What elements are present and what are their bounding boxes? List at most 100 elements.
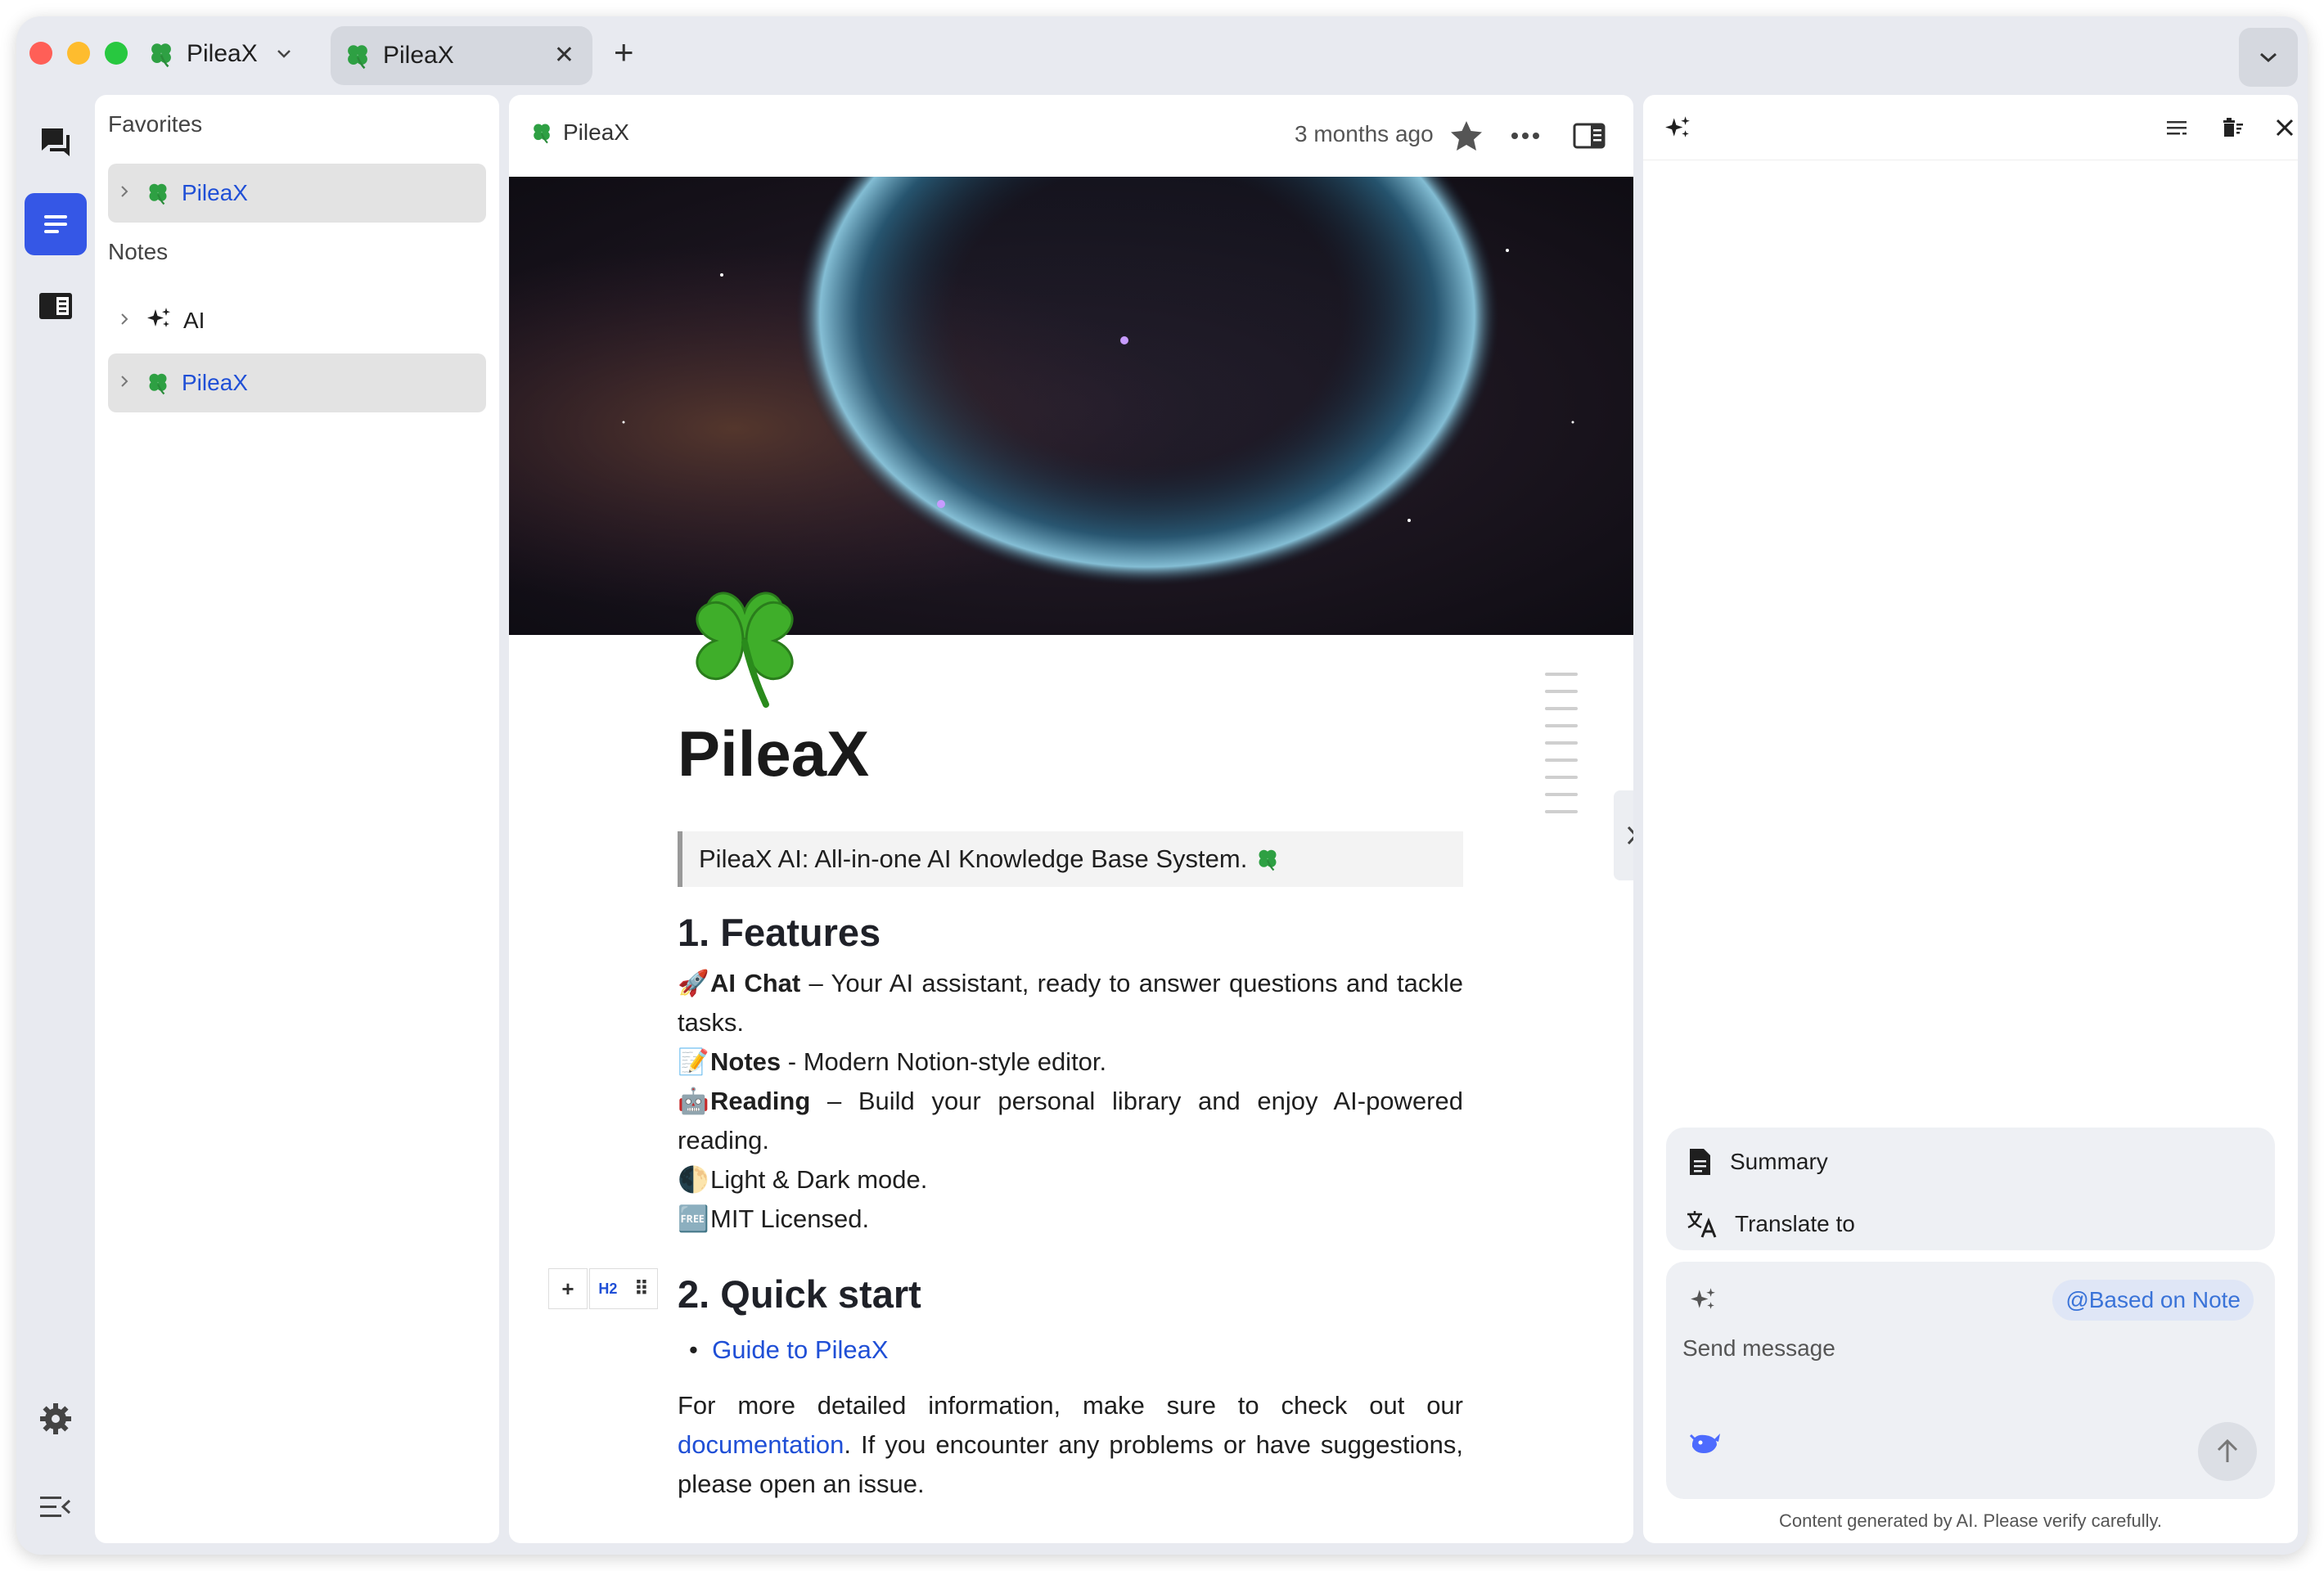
rocket-icon: 🚀 [678,969,709,997]
translate-action[interactable]: Translate to [1686,1201,1855,1247]
clover-icon [146,181,170,205]
feature-line[interactable]: 📝Notes - Modern Notion-style editor. [678,1042,1463,1082]
clover-icon [147,40,175,68]
gear-icon [40,1403,71,1434]
note-content[interactable]: PileaX PileaX AI: All-in-one AI Knowledg… [548,717,1463,1504]
robot-icon: 🤖 [678,1087,709,1115]
note-item-label: AI [183,308,205,333]
feature-desc: - Modern Notion-style editor. [781,1047,1107,1076]
memo-icon: 📝 [678,1047,709,1076]
summary-action[interactable]: Summary [1686,1139,1828,1185]
half-moon-icon: 🌓 [678,1165,709,1194]
block-type-label: H2 [598,1280,618,1297]
page-title[interactable]: PileaX [678,717,1463,807]
more-info-paragraph[interactable]: For more detailed information, make sure… [678,1386,1463,1504]
message-input[interactable]: Send message [1682,1335,1835,1362]
favorite-item-pileax[interactable]: PileaX [108,164,486,223]
notes-nav-button[interactable] [25,193,87,255]
add-block-button[interactable]: + [548,1268,588,1309]
arrow-up-icon [2217,1438,2238,1462]
list-item[interactable]: • Guide to PileaX [678,1330,1463,1370]
list-icon [2167,121,2187,135]
maximize-window-button[interactable] [105,42,128,65]
blockquote[interactable]: PileaX AI: All-in-one AI Knowledge Base … [678,831,1463,887]
app-name: PileaX [187,40,258,67]
quote-text: PileaX AI: All-in-one AI Knowledge Base … [699,844,1248,873]
settings-button[interactable] [25,1388,87,1450]
chat-icon [42,128,70,156]
book-icon [39,293,72,319]
feature-line[interactable]: 🤖Reading – Build your personal library a… [678,1082,1463,1160]
window-menu-button[interactable] [2239,28,2298,87]
expand-toc-button[interactable] [1614,790,1633,880]
heading-features[interactable]: 1. Features [678,910,1463,964]
clear-chat-button[interactable] [2216,111,2249,144]
quick-actions: Summary Translate to [1666,1128,2275,1250]
notes-icon [44,215,67,233]
sparkles-icon [146,306,172,336]
free-badge-icon: 🆓 [678,1204,709,1233]
chevron-right-icon[interactable] [119,310,134,331]
breadcrumb[interactable]: PileaX [530,119,629,146]
feature-line[interactable]: 🚀AI Chat – Your AI assistant, ready to a… [678,964,1463,1042]
last-updated: 3 months ago [1295,121,1434,146]
send-button[interactable] [2198,1422,2257,1481]
clover-icon [530,121,553,144]
tab-close-button[interactable]: ✕ [554,41,574,70]
feature-desc: MIT Licensed. [710,1204,870,1233]
chevron-right-icon [1627,826,1633,845]
close-icon [2276,119,2294,137]
clover-icon [146,371,170,395]
tab-pileax[interactable]: PileaX ✕ [331,26,592,85]
page-clover-icon[interactable] [681,574,808,713]
breadcrumb-label: PileaX [563,119,629,145]
block-handle: + H2 ⠿ [548,1268,658,1309]
editor-header: PileaX 3 months ago [509,95,1633,177]
heading-quick-start[interactable]: + H2 ⠿ 2. Quick start [548,1268,1463,1326]
nebula-cover-image [509,177,1633,635]
chevron-down-icon [276,43,292,65]
documentation-link[interactable]: documentation [678,1430,844,1459]
feature-line[interactable]: 🌓Light & Dark mode. [678,1160,1463,1200]
clover-icon [344,42,372,70]
summary-label: Summary [1730,1149,1828,1174]
app-switcher[interactable]: PileaX [147,36,292,72]
notes-heading: Notes [108,239,169,264]
history-list-button[interactable] [2160,111,2193,144]
note-item-ai[interactable]: AI [108,291,486,350]
model-selector-button[interactable] [1689,1429,1722,1462]
document-icon [1690,1149,1710,1175]
favorite-item-label: PileaX [182,180,248,205]
translate-icon [1687,1211,1717,1238]
ai-assistant-panel: Summary Translate to @Based on Note Send… [1643,95,2298,1543]
drag-handle-icon[interactable]: ⠿ [634,1277,649,1301]
reading-nav-button[interactable] [25,275,87,337]
chat-nav-button[interactable] [25,111,87,173]
based-on-note-chip[interactable]: @Based on Note [2052,1280,2254,1321]
cover-image[interactable] [509,177,1633,635]
close-ai-panel-button[interactable] [2268,111,2301,144]
feature-line[interactable]: 🆓MIT Licensed. [678,1200,1463,1239]
feature-name: Notes [710,1047,781,1076]
note-editor: PileaX 3 months ago PileaX PileaX AI: Al… [509,95,1633,1543]
collapse-sidebar-button[interactable] [25,1476,87,1538]
more-options-button[interactable] [1504,115,1547,157]
ai-panel-header [1643,95,2298,160]
side-panel-icon [1573,123,1606,149]
minimize-window-button[interactable] [67,42,90,65]
table-of-contents-minimap[interactable] [1545,673,1578,827]
toggle-ai-panel-button[interactable] [1568,115,1610,157]
chevron-right-icon[interactable] [119,372,134,394]
chevron-right-icon[interactable] [119,182,134,204]
new-tab-button[interactable]: + [614,34,634,70]
close-window-button[interactable] [29,42,52,65]
note-item-pileax[interactable]: PileaX [108,353,486,412]
feature-name: AI Chat [710,969,801,997]
clover-icon [1255,847,1280,871]
guide-link[interactable]: Guide to PileaX [712,1335,888,1364]
favorite-star-button[interactable] [1445,115,1488,157]
app-window: PileaX PileaX ✕ + Favorites PileaX Notes… [16,16,2308,1555]
block-type-button[interactable]: H2 ⠿ [589,1268,658,1309]
whale-icon [1689,1434,1720,1453]
star-icon [1451,121,1482,151]
